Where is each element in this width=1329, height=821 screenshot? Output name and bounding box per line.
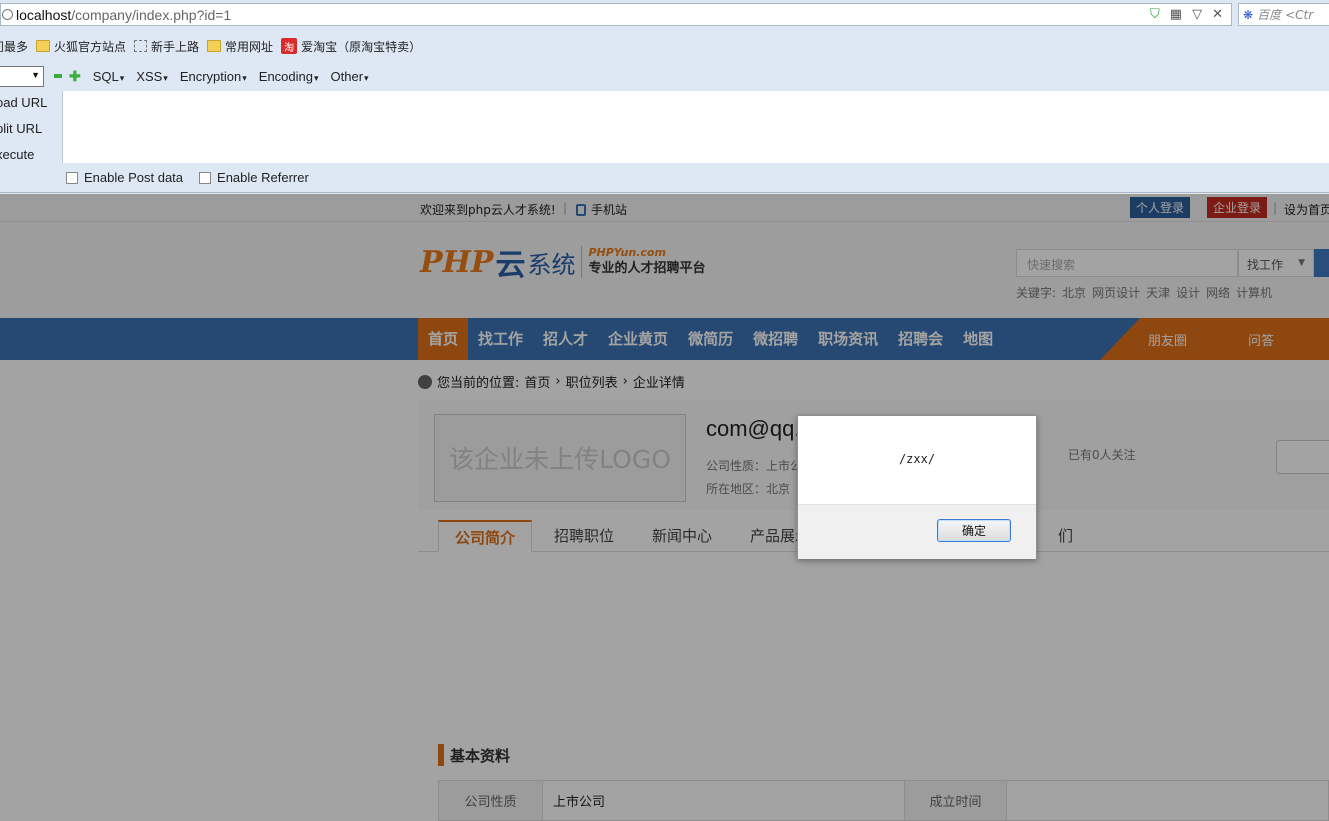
modal-overlay [0, 194, 1329, 821]
menu-other[interactable]: Other [331, 69, 369, 84]
enable-referrer-checkbox[interactable]: Enable Referrer [199, 170, 309, 185]
dropdown-arrow-icon[interactable]: ▽ [1192, 7, 1202, 22]
hackbar-actions: oad URL plit URL xecute [0, 90, 60, 168]
bookmarks-toolbar: 问最多 火狐官方站点 新手上路 常用网址 淘爱淘宝（原淘宝特卖） [0, 30, 1329, 62]
hackbar-url-textarea[interactable] [62, 91, 1329, 163]
minus-icon[interactable] [54, 74, 62, 78]
checkbox-icon[interactable] [66, 171, 78, 184]
execute-button[interactable]: xecute [0, 142, 60, 168]
alert-dialog: /zxx/ 确定 [797, 415, 1037, 559]
menu-xss[interactable]: XSS [136, 69, 168, 84]
baidu-paw-icon: ❋ [1243, 7, 1254, 22]
checkbox-icon[interactable] [199, 171, 212, 184]
bookmark-common-sites[interactable]: 常用网址 [207, 38, 273, 55]
folder-icon [36, 40, 51, 52]
search-engine-label: 百度 [1257, 8, 1282, 22]
bookmark-ai-taobao[interactable]: 淘爱淘宝（原淘宝特卖） [281, 38, 421, 55]
folder-icon [207, 40, 222, 52]
search-hint: <Ctr [1285, 7, 1314, 22]
browser-url-bar: localhost/company/index.php?id=1 ⛉ ▦ ▽ ✕… [0, 0, 1329, 30]
split-url-button[interactable]: plit URL [0, 116, 60, 142]
hackbar-select[interactable] [0, 65, 44, 87]
load-url-button[interactable]: oad URL [0, 90, 60, 116]
close-icon[interactable]: ✕ [1212, 7, 1223, 22]
address-field[interactable]: localhost/company/index.php?id=1 ⛉ ▦ ▽ ✕ [0, 3, 1232, 26]
globe-icon [2, 9, 13, 20]
bookmark-most-visited[interactable]: 问最多 [0, 38, 28, 55]
plus-icon[interactable]: ✚ [69, 68, 81, 85]
alert-footer: 确定 [798, 504, 1036, 559]
menu-encryption[interactable]: Encryption [180, 69, 247, 84]
shield-icon[interactable]: ⛉ [1150, 7, 1160, 22]
enable-post-data-checkbox[interactable]: Enable Post data [66, 170, 183, 185]
bookmark-getting-started[interactable]: 新手上路 [134, 38, 199, 55]
qr-code-icon[interactable]: ▦ [1170, 7, 1182, 22]
address-text: localhost/company/index.php?id=1 [16, 6, 232, 23]
hackbar-panel: oad URL plit URL xecute Enable Post data… [0, 90, 1329, 193]
menu-sql[interactable]: SQL [93, 69, 125, 84]
ok-button[interactable]: 确定 [937, 519, 1011, 542]
browser-search-field[interactable]: ❋ 百度 <Ctr [1238, 3, 1329, 26]
alert-message: /zxx/ [898, 452, 936, 466]
hackbar-toolbar: ✚ SQL XSS Encryption Encoding Other [0, 62, 1329, 90]
bookmark-firefox-official[interactable]: 火狐官方站点 [36, 38, 126, 55]
menu-encoding[interactable]: Encoding [259, 69, 319, 84]
taobao-icon: 淘 [281, 38, 298, 54]
dashed-box-icon [134, 40, 148, 52]
